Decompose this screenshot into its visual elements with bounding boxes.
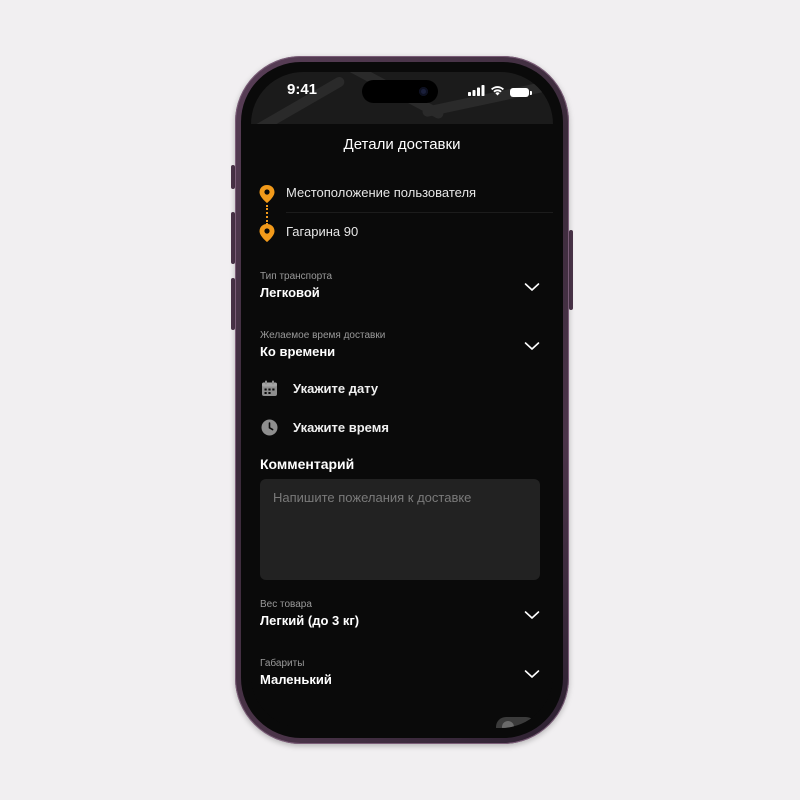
weight-select[interactable]: Вес товара Легкий (до 3 кг) bbox=[260, 599, 540, 639]
chevron-down-icon[interactable] bbox=[524, 666, 540, 684]
location-pin-icon bbox=[259, 224, 275, 247]
camera-icon bbox=[419, 87, 428, 96]
route-from-label: Местоположение пользователя bbox=[286, 185, 477, 200]
phone-screen: 9:41 Детали доставки Местоположение поль… bbox=[251, 72, 553, 728]
date-picker-button[interactable]: Укажите дату bbox=[260, 378, 540, 402]
chevron-down-icon[interactable] bbox=[524, 338, 540, 356]
route-to-label: Гагарина 90 bbox=[286, 224, 359, 239]
transport-type-caption: Тип транспорта bbox=[260, 271, 333, 282]
time-picker-label: Укажите время bbox=[293, 420, 389, 435]
toggle-switch[interactable] bbox=[496, 717, 536, 728]
page-title: Детали доставки bbox=[343, 136, 461, 153]
transport-type-value: Легковой bbox=[260, 285, 320, 300]
time-picker-button[interactable]: Укажите время bbox=[260, 417, 540, 441]
transport-type-select[interactable]: Тип транспорта Легковой bbox=[260, 271, 540, 311]
status-bar: 9:41 bbox=[251, 72, 553, 110]
comment-title: Комментарий bbox=[260, 456, 355, 472]
weight-caption: Вес товара bbox=[260, 599, 312, 610]
route-from[interactable]: Местоположение пользователя bbox=[251, 174, 553, 212]
route-to[interactable]: Гагарина 90 bbox=[251, 213, 553, 251]
dimensions-caption: Габариты bbox=[260, 658, 305, 669]
dimensions-value: Маленький bbox=[260, 672, 332, 687]
battery-icon bbox=[510, 87, 532, 97]
cellular-signal-icon bbox=[468, 83, 485, 101]
delivery-time-value: Ко времени bbox=[260, 344, 336, 359]
power-button bbox=[569, 230, 573, 310]
chevron-down-icon[interactable] bbox=[524, 607, 540, 625]
clock-icon bbox=[261, 419, 278, 441]
delivery-time-caption: Желаемое время доставки bbox=[260, 330, 386, 341]
wifi-icon bbox=[490, 83, 505, 101]
calendar-icon bbox=[261, 380, 278, 402]
comment-input[interactable] bbox=[260, 479, 540, 580]
date-picker-label: Укажите дату bbox=[293, 381, 379, 396]
dynamic-island bbox=[362, 80, 438, 103]
status-time: 9:41 bbox=[287, 81, 318, 98]
dimensions-select[interactable]: Габариты Маленький bbox=[260, 658, 540, 698]
weight-value: Легкий (до 3 кг) bbox=[260, 613, 360, 628]
chevron-down-icon[interactable] bbox=[524, 279, 540, 297]
stage: 9:41 Детали доставки Местоположение поль… bbox=[0, 0, 800, 800]
status-icons bbox=[468, 83, 532, 101]
delivery-time-select[interactable]: Желаемое время доставки Ко времени bbox=[260, 330, 540, 370]
